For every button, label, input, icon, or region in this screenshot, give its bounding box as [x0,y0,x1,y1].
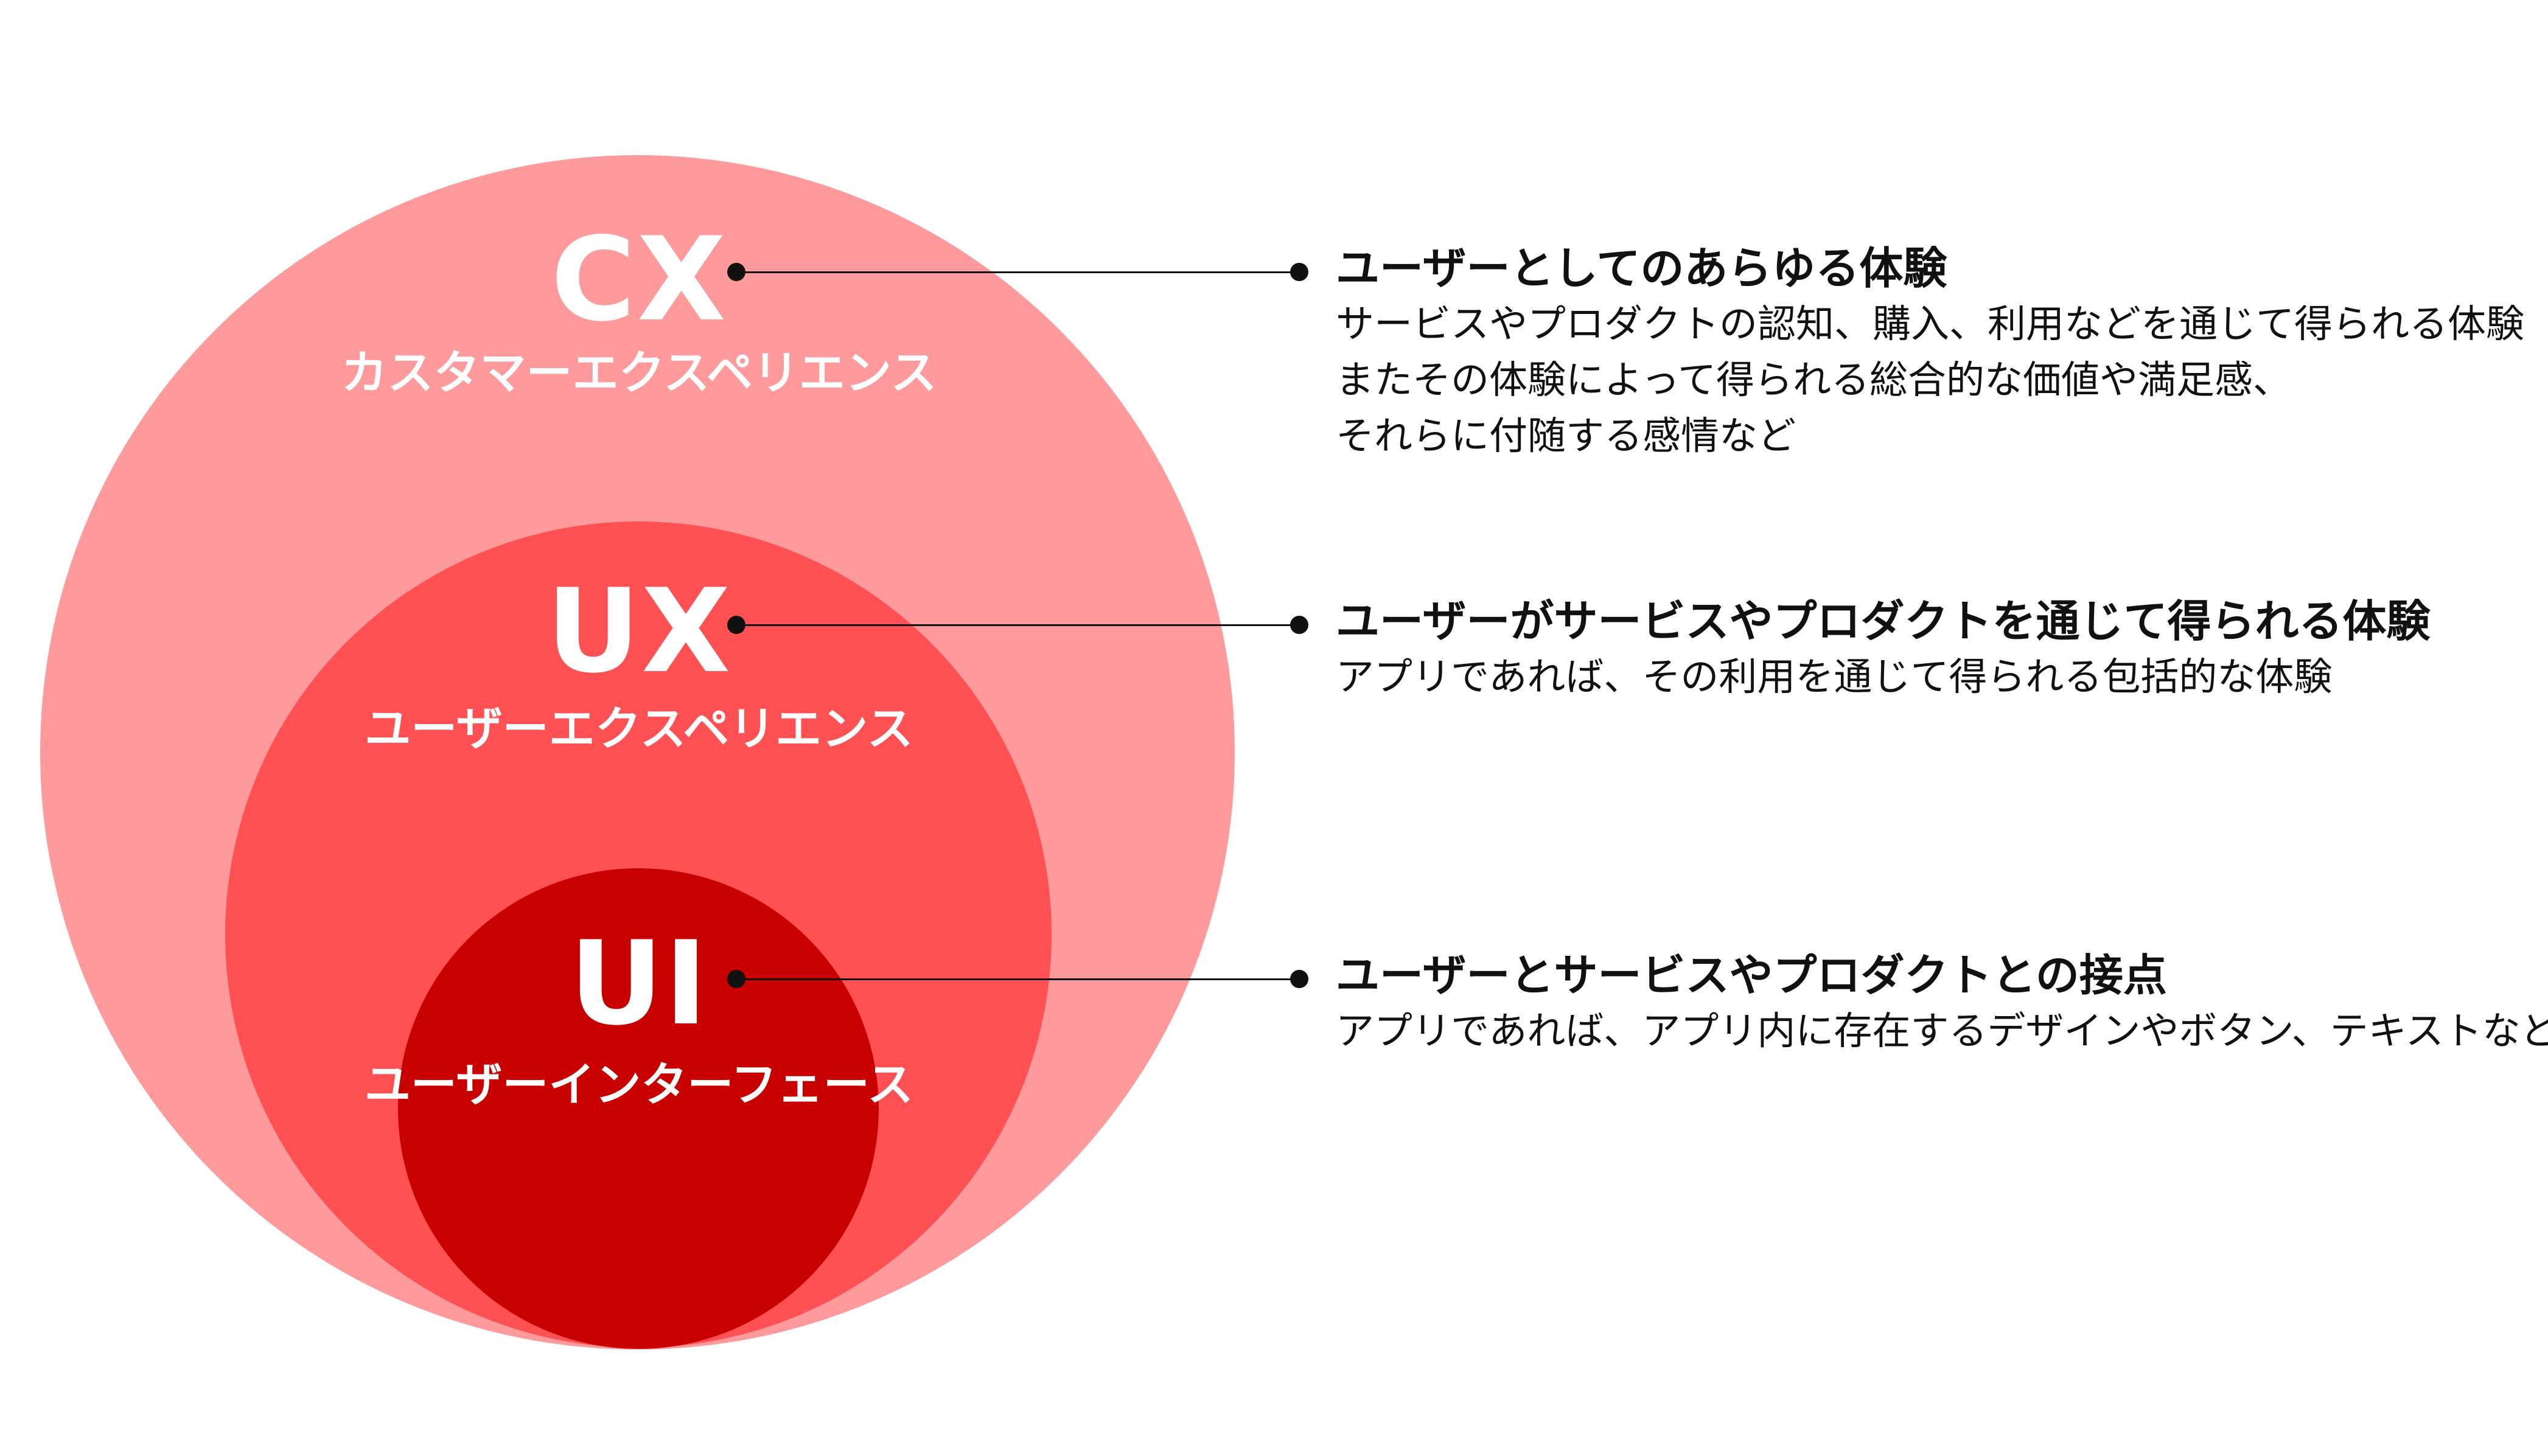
cx-description: ユーザーとしてのあらゆる体験 サービスやプロダクトの認知、購入、利用などを通じて… [1336,240,2529,464]
ui-connector-start-dot [727,970,745,988]
ux-title: UX [546,564,732,698]
ui-description-heading: ユーザーとサービスやプロダクトとの接点 [1336,950,2167,1001]
cx-title: CX [551,212,727,347]
ux-connector-end-dot [1290,616,1308,634]
cx-description-line: またその体験によって得られる総合的な価値や満足感、 [1336,358,2291,402]
cx-connector-line [736,271,1299,273]
ui-subtitle: ユーザーインターフェース [364,1057,914,1112]
ui-connector-line [736,978,1299,980]
ui-description-line: アプリであれば、アプリ内に存在するデザインやボタン、テキストなど [1336,1009,2548,1053]
ux-description-line: アプリであれば、その利用を通じて得られる包括的な体験 [1336,655,2333,699]
cx-connector-end-dot [1290,263,1308,281]
ui-title: UI [569,916,709,1051]
cx-description-line: サービスやプロダクトの認知、購入、利用などを通じて得られる体験 [1336,302,2524,346]
cx-subtitle: カスタマーエクスペリエンス [341,346,937,400]
cx-ux-ui-diagram: CX カスタマーエクスペリエンス UX ユーザーエクスペリエンス UI ユーザー… [0,0,2548,1456]
cx-description-heading: ユーザーとしてのあらゆる体験 [1336,243,1947,294]
ux-description: ユーザーがサービスやプロダクトを通じて得られる体験 アプリであれば、その利用を通… [1336,593,2529,705]
ux-subtitle: ユーザーエクスペリエンス [365,702,913,756]
ui-description: ユーザーとサービスやプロダクトとの接点 アプリであれば、アプリ内に存在するデザイ… [1336,947,2548,1059]
ui-connector-end-dot [1290,970,1308,988]
cx-description-line: それらに付随する感情など [1336,414,1796,458]
ux-connector-line [736,624,1299,626]
ux-description-heading: ユーザーがサービスやプロダクトを通じて得られる体験 [1336,596,2431,647]
cx-connector-start-dot [727,263,745,281]
ux-connector-start-dot [727,616,745,634]
